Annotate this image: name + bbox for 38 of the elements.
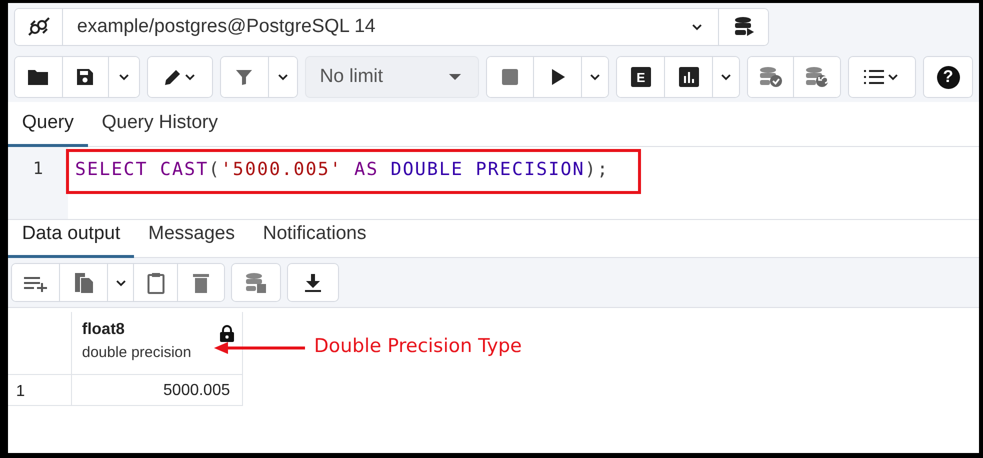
add-row-button[interactable] <box>12 264 60 301</box>
tab[interactable]: Notifications <box>248 223 380 258</box>
header-corner <box>8 312 72 375</box>
connection-button[interactable] <box>15 9 63 45</box>
column-name: float8 <box>82 321 126 339</box>
row-number: 1 <box>8 375 72 406</box>
filter-button[interactable] <box>220 57 269 97</box>
annotation-text: Double Precision Type <box>314 335 522 357</box>
stop-button[interactable] <box>486 57 534 97</box>
trash-icon <box>193 272 209 292</box>
database-play-icon <box>732 16 754 38</box>
tab[interactable]: Query History <box>88 112 232 147</box>
numbered-list-icon <box>864 68 884 86</box>
bar-chart-icon <box>678 67 699 87</box>
code-line: SELECT CAST('5000.005' AS DOUBLE PRECISION); <box>75 159 610 180</box>
caret-down-icon <box>448 73 462 81</box>
line-number: 1 <box>8 147 68 219</box>
database-check-icon <box>758 66 783 88</box>
save-icon <box>76 68 94 86</box>
open-file-button[interactable] <box>15 57 63 97</box>
copy-icon <box>74 272 94 294</box>
stop-icon <box>500 68 519 86</box>
folder-icon <box>27 68 50 86</box>
filter-icon <box>235 68 254 86</box>
connection-icon <box>26 16 52 38</box>
database-undo-icon <box>805 66 830 88</box>
row-limit-dropdown[interactable]: No limit <box>304 56 479 98</box>
play-icon <box>550 68 566 86</box>
help-button[interactable]: ? <box>924 57 972 97</box>
download-icon <box>304 272 322 292</box>
column-type: double precision <box>82 344 192 361</box>
tab[interactable]: Messages <box>134 223 249 258</box>
database-save-icon <box>245 272 267 294</box>
clipboard-icon <box>146 272 164 294</box>
pencil-icon <box>162 67 183 87</box>
explain-button[interactable]: E <box>617 57 666 97</box>
commit-button[interactable] <box>748 57 794 97</box>
table-cell: 5000.005 <box>72 375 243 406</box>
